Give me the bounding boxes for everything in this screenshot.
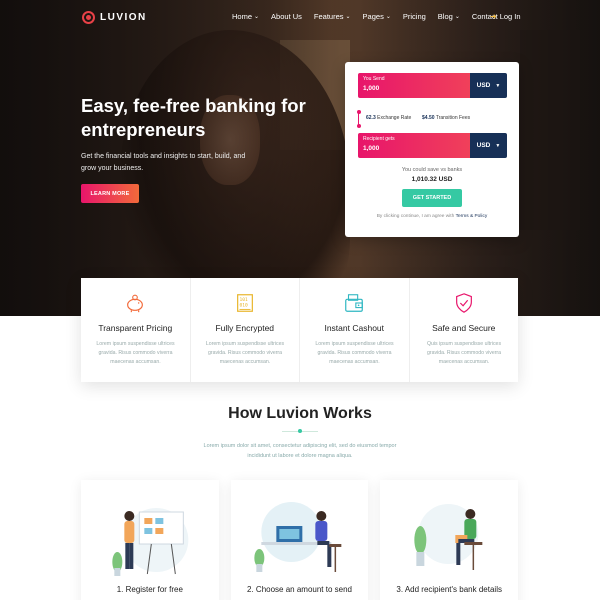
send-value: 1,000: [363, 85, 380, 92]
how-it-works-description: Lorem ipsum dolor sit amet, consectetur …: [203, 443, 397, 459]
rate-indicator-line: [356, 110, 361, 128]
feature-instant-cashout: Instant Cashout Lorem ipsum suspendisse …: [300, 278, 410, 382]
savings-amount: 1,010.32 USD: [411, 176, 453, 183]
feature-safe-and-secure: Safe and Secure Quis ipsum suspendisse u…: [410, 278, 519, 382]
nav-item-home[interactable]: Home ⌄: [232, 12, 259, 21]
terms-agreement: By clicking continue, I am agree with Te…: [345, 214, 519, 219]
chevron-down-icon: ⌄: [385, 14, 391, 20]
section-divider: [282, 429, 318, 433]
feature-transparent-pricing: Transparent Pricing Lorem ipsum suspendi…: [81, 278, 191, 382]
receive-currency-value: USD: [476, 142, 491, 149]
svg-text:010: 010: [239, 303, 248, 309]
brand-name: LUVION: [100, 12, 147, 23]
exchange-rate-label: Exchange Rate: [377, 115, 412, 121]
exchange-rate-value: 62.3: [366, 115, 376, 121]
receive-amount-field[interactable]: Recipient gets 1,000: [358, 133, 470, 158]
nav-item-label: Pages: [362, 12, 384, 21]
nav-item-label: Pricing: [402, 12, 426, 21]
transition-fees: $4.50 Transition Fees: [422, 115, 470, 121]
login-label: Log In: [499, 12, 521, 21]
nav-item-pricing[interactable]: Pricing: [403, 12, 426, 21]
receive-currency-select[interactable]: USD ▼: [470, 133, 507, 158]
feature-description: Lorem ipsum suspendisse ultrices gravida…: [96, 341, 175, 365]
fee-label: Transition Fees: [435, 115, 471, 121]
add-recipient-illustration: [414, 504, 483, 570]
nav-item-label: About Us: [271, 12, 302, 21]
send-amount-row: You Send 1,000 USD ▼: [358, 73, 507, 98]
currency-converter-card: You Send 1,000 USD ▼ 62.3 Exchange Rate …: [345, 62, 519, 237]
chevron-down-icon: ⌄: [254, 14, 260, 20]
main-menu: Home ⌄ About Us Features ⌄ Pages ⌄ Pricing …: [232, 12, 510, 21]
steps-list: 1. Register for free 2. Choose an amount…: [81, 480, 519, 600]
caret-down-icon: ▼: [495, 82, 501, 89]
choose-amount-illustration: [254, 502, 342, 572]
piggy-bank-icon: [127, 294, 144, 313]
step-label: 2. Choose an amount to send: [247, 585, 352, 594]
savings-text: You could save vs banks: [401, 167, 463, 173]
receive-value: 1,000: [363, 145, 380, 152]
feature-description: Lorem ipsum suspendisse ultrices gravida…: [205, 341, 285, 365]
how-it-works-title: How Luvion Works: [228, 405, 372, 422]
shield-check-icon: [455, 293, 472, 313]
chevron-down-icon: ⌄: [345, 14, 351, 20]
login-icon: ➜: [490, 12, 497, 21]
send-amount-field[interactable]: You Send 1,000: [358, 73, 470, 98]
hero-subtitle: Get the financial tools and insights to …: [81, 153, 246, 172]
logo-icon: [82, 11, 95, 24]
nav-item-label: Home: [232, 12, 253, 21]
login-link[interactable]: ➜ Log In: [490, 12, 521, 21]
exchange-rate: 62.3 Exchange Rate: [366, 115, 411, 121]
chevron-down-icon: ⌄: [454, 14, 460, 20]
nav-item-blog[interactable]: Blog ⌄: [438, 12, 460, 21]
get-started-button[interactable]: GET STARTED: [402, 189, 462, 207]
feature-title: Safe and Secure: [432, 323, 496, 333]
svg-text:101: 101: [239, 297, 248, 303]
feature-fully-encrypted: 101 010 Fully Encrypted Lorem ipsum susp…: [191, 278, 300, 382]
step-card-register[interactable]: 1. Register for free: [81, 480, 219, 600]
terms-policy-link[interactable]: Terms & Policy: [456, 214, 488, 219]
nav-item-about-us[interactable]: About Us: [271, 12, 302, 21]
register-illustration: [112, 508, 189, 576]
top-navigation: LUVION Home ⌄ About Us Features ⌄ Pages ⌄ P…: [0, 0, 600, 36]
send-label: You Send: [363, 76, 385, 82]
feature-title: Transparent Pricing: [98, 323, 173, 333]
brand-logo[interactable]: LUVION: [82, 11, 147, 24]
feature-title: Instant Cashout: [324, 323, 385, 333]
step-card-add-recipient[interactable]: 3. Add recipient's bank details: [380, 480, 519, 600]
step-label: 1. Register for free: [116, 585, 183, 594]
receive-amount-row: Recipient gets 1,000 USD ▼: [358, 133, 507, 158]
wallet-icon: [345, 294, 364, 312]
feature-title: Fully Encrypted: [215, 323, 275, 333]
fee-value: $4.50: [422, 115, 435, 121]
step-label: 3. Add recipient's bank details: [396, 585, 502, 594]
send-currency-select[interactable]: USD ▼: [470, 73, 507, 98]
rate-info: 62.3 Exchange Rate $4.50 Transition Fees: [356, 109, 507, 135]
hero-title: Easy, fee-free banking for entrepreneurs: [81, 95, 306, 140]
nav-item-label: Blog: [437, 12, 453, 21]
send-currency-value: USD: [476, 82, 491, 89]
nav-item-features[interactable]: Features ⌄: [314, 12, 351, 21]
features-panel: Transparent Pricing Lorem ipsum suspendi…: [81, 278, 518, 382]
receive-label: Recipient gets: [363, 136, 395, 142]
learn-more-button[interactable]: LEARN MORE: [81, 184, 139, 203]
nav-item-label: Features: [313, 12, 344, 21]
step-card-choose-amount[interactable]: 2. Choose an amount to send: [230, 480, 369, 600]
terms-prefix: By clicking continue, I am agree with: [376, 214, 455, 219]
encryption-icon: 101 010: [236, 294, 253, 312]
feature-description: Lorem ipsum suspendisse ultrices gravida…: [315, 341, 394, 365]
feature-description: Quis ipsum suspendisse ultrices gravida.…: [426, 341, 502, 365]
caret-down-icon: ▼: [495, 142, 501, 149]
nav-item-pages[interactable]: Pages ⌄: [363, 12, 391, 21]
